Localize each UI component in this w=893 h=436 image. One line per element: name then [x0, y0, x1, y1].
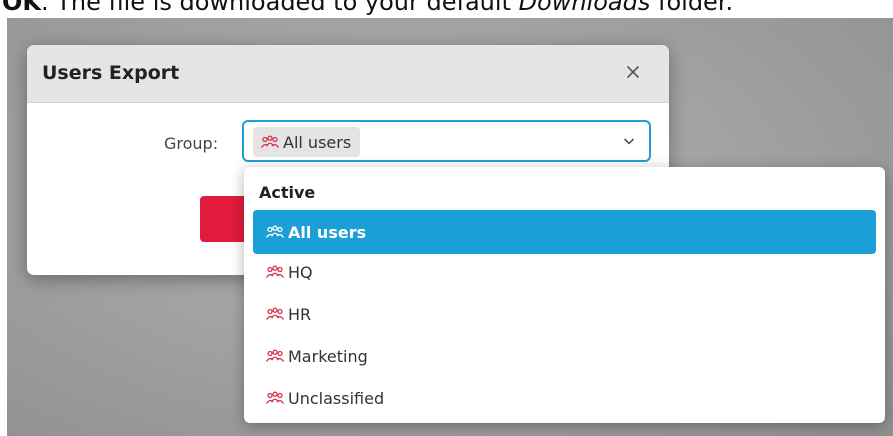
- users-group-icon: [265, 307, 285, 320]
- dropdown-option-marketing[interactable]: Marketing: [253, 334, 876, 378]
- dialog-header: Users Export: [27, 45, 669, 103]
- caption-bold: OK: [2, 0, 41, 16]
- chevron-down-icon[interactable]: [623, 136, 635, 146]
- users-group-icon: [265, 225, 285, 238]
- group-select[interactable]: All users: [242, 120, 651, 162]
- dialog-title: Users Export: [42, 62, 180, 84]
- caption-text: . The file is downloaded to your default: [41, 0, 519, 16]
- users-group-icon: [265, 349, 285, 362]
- dropdown-group-header: Active: [259, 183, 316, 202]
- dropdown-option-label: All users: [288, 222, 367, 242]
- group-dropdown-menu: Active All users HQ HR Marketing Unclass…: [244, 167, 885, 423]
- dropdown-option-label: HQ: [288, 262, 313, 282]
- instruction-caption: OK. The file is downloaded to your defau…: [2, 0, 733, 16]
- dropdown-option-hq[interactable]: HQ: [253, 250, 876, 294]
- dropdown-option-label: Marketing: [288, 346, 368, 366]
- close-icon[interactable]: [625, 64, 641, 80]
- selected-group-label: All users: [283, 132, 352, 152]
- dropdown-option-label: Unclassified: [288, 388, 385, 408]
- dropdown-option-hr[interactable]: HR: [253, 292, 876, 336]
- users-group-icon: [265, 265, 285, 278]
- users-group-icon: [265, 391, 285, 404]
- dropdown-option-unclassified[interactable]: Unclassified: [253, 376, 876, 420]
- caption-text-end: folder.: [650, 0, 734, 16]
- caption-italic: Downloads: [518, 0, 651, 16]
- dropdown-option-all-users[interactable]: All users: [253, 210, 876, 254]
- group-label: Group:: [164, 134, 219, 153]
- dropdown-option-label: HR: [288, 304, 312, 324]
- users-group-icon: [260, 135, 280, 148]
- selected-group-chip: All users: [253, 127, 361, 157]
